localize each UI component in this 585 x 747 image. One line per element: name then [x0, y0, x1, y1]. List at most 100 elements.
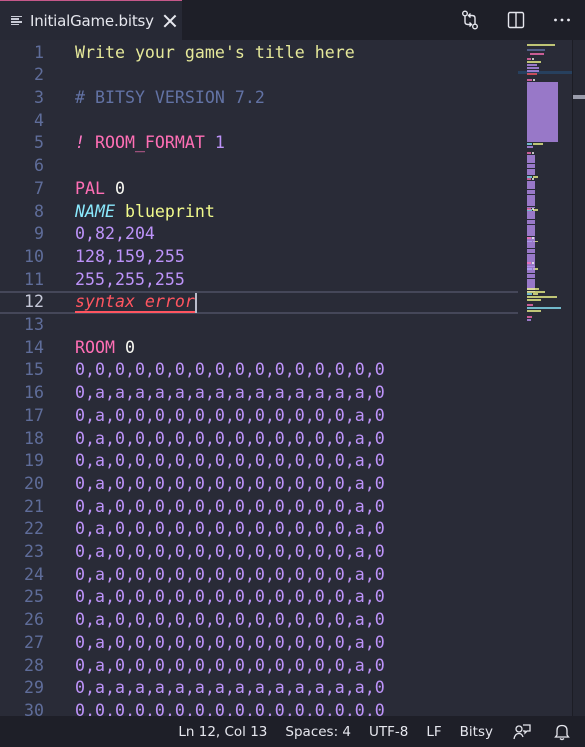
scrollbar-thumb[interactable]: [573, 95, 585, 99]
line-content: 0,a,0,0,0,0,0,0,0,0,0,0,0,0,a,0: [75, 541, 385, 564]
code-token: 0,a,0,0,0,0,0,0,0,0,0,0,0,0,a,0: [75, 473, 385, 493]
code-line[interactable]: 7 PAL 0: [0, 178, 518, 201]
status-language-mode[interactable]: Bitsy: [451, 716, 502, 747]
minimap-line: [527, 143, 532, 145]
status-cursor-position[interactable]: Ln 12, Col 13: [169, 716, 276, 747]
line-content: 0,a,0,0,0,0,0,0,0,0,0,0,0,0,a,0: [75, 632, 385, 655]
line-number: 18: [24, 428, 44, 448]
line-content: 0,a,0,0,0,0,0,0,0,0,0,0,0,0,a,0: [75, 518, 385, 541]
notifications-button[interactable]: [542, 716, 585, 747]
code-line[interactable]: 9 0,82,204: [0, 223, 518, 246]
code-line[interactable]: 5 ! ROOM_FORMAT 1: [0, 132, 518, 155]
code-token: 0,a,0,0,0,0,0,0,0,0,0,0,0,0,a,0: [75, 564, 385, 584]
vertical-scrollbar[interactable]: [572, 40, 585, 716]
code-line[interactable]: 26 0,a,0,0,0,0,0,0,0,0,0,0,0,0,a,0: [0, 609, 518, 632]
line-number: 10: [24, 246, 44, 266]
minimap-line: [527, 49, 545, 51]
code-line[interactable]: 23 0,a,0,0,0,0,0,0,0,0,0,0,0,0,a,0: [0, 541, 518, 564]
code-token: # BITSY VERSION 7.2: [75, 88, 265, 107]
code-token: 1: [204, 133, 225, 153]
minimap[interactable]: [518, 40, 572, 716]
code-editor[interactable]: 1 Write your game's title here 2 3 # BITSY V…: [0, 40, 518, 716]
feedback-button[interactable]: [502, 716, 542, 747]
code-token: 0,a,0,0,0,0,0,0,0,0,0,0,0,0,a,0: [75, 542, 385, 561]
status-eol[interactable]: LF: [417, 716, 450, 747]
minimap-line: [527, 299, 541, 301]
line-content: PAL 0: [75, 178, 125, 201]
code-line[interactable]: 19 0,a,0,0,0,0,0,0,0,0,0,0,0,0,a,0: [0, 450, 518, 473]
tab-initialgame-bitsy[interactable]: InitialGame.bitsy: [0, 0, 182, 40]
tab-label: InitialGame.bitsy: [30, 11, 154, 30]
code-token: 0,82,204: [75, 224, 155, 244]
minimap-line: [530, 53, 544, 55]
line-number: 25: [24, 587, 44, 607]
code-line[interactable]: 11 255,255,255: [0, 269, 518, 292]
code-line[interactable]: 13: [0, 314, 518, 337]
line-content: syntax error: [75, 291, 197, 314]
minimap-line: [527, 208, 531, 210]
code-line[interactable]: 28 0,a,0,0,0,0,0,0,0,0,0,0,0,0,a,0: [0, 655, 518, 678]
git-compare-icon: [462, 10, 478, 30]
code-line[interactable]: 10 128,159,255: [0, 246, 518, 269]
code-token: blueprint: [114, 201, 215, 221]
line-content: 255,255,255: [75, 269, 185, 292]
code-line[interactable]: 29 0,a,a,a,a,a,a,a,a,a,a,a,a,a,a,0: [0, 677, 518, 700]
code-token: 0,0,0,0,0,0,0,0,0,0,0,0,0,0,0,0: [75, 700, 385, 716]
minimap-line: [532, 262, 534, 264]
line-content: 0,a,a,a,a,a,a,a,a,a,a,a,a,a,a,0: [75, 677, 385, 700]
line-content: 0,a,0,0,0,0,0,0,0,0,0,0,0,0,a,0: [75, 564, 385, 587]
line-number: 12: [24, 292, 44, 312]
code-line[interactable]: 12 syntax error: [0, 291, 518, 314]
line-content: # BITSY VERSION 7.2: [75, 87, 265, 110]
code-line[interactable]: 6: [0, 155, 518, 178]
text-caret: [194, 292, 197, 313]
minimap-line: [533, 79, 535, 81]
code-token: ROOM_FORMAT: [94, 133, 205, 153]
code-line[interactable]: 27 0,a,0,0,0,0,0,0,0,0,0,0,0,0,a,0: [0, 632, 518, 655]
code-line[interactable]: 14 ROOM 0: [0, 337, 518, 360]
code-line[interactable]: 2: [0, 64, 518, 87]
open-changes-button[interactable]: [447, 0, 493, 40]
minimap-line: [533, 293, 538, 295]
minimap-line: [527, 310, 541, 312]
code-line[interactable]: 30 0,0,0,0,0,0,0,0,0,0,0,0,0,0,0,0: [0, 700, 518, 716]
code-line[interactable]: 16 0,a,a,a,a,a,a,a,a,a,a,a,a,a,a,0: [0, 382, 518, 405]
code-line[interactable]: 8 NAME blueprint: [0, 201, 518, 224]
code-line[interactable]: 25 0,a,0,0,0,0,0,0,0,0,0,0,0,0,a,0: [0, 586, 518, 609]
more-actions-button[interactable]: [539, 0, 585, 40]
line-number: 5: [34, 133, 44, 153]
code-token: 0,a,0,0,0,0,0,0,0,0,0,0,0,0,a,0: [75, 587, 385, 607]
code-line[interactable]: 22 0,a,0,0,0,0,0,0,0,0,0,0,0,0,a,0: [0, 518, 518, 541]
minimap-line: [527, 152, 531, 154]
code-token: 0,a,0,0,0,0,0,0,0,0,0,0,0,0,a,0: [75, 655, 385, 675]
status-encoding[interactable]: UTF-8: [360, 716, 417, 747]
status-indentation[interactable]: Spaces: 4: [276, 716, 360, 747]
status-bar: Ln 12, Col 13 Spaces: 4 UTF-8 LF Bitsy: [0, 716, 585, 747]
minimap-line: [527, 178, 531, 180]
code-line[interactable]: 15 0,0,0,0,0,0,0,0,0,0,0,0,0,0,0,0: [0, 359, 518, 382]
close-icon[interactable]: [163, 14, 177, 28]
line-number: 7: [34, 178, 44, 198]
minimap-line: [527, 73, 537, 75]
line-number: 4: [34, 110, 44, 130]
line-number: 27: [24, 632, 44, 652]
code-line[interactable]: 24 0,a,0,0,0,0,0,0,0,0,0,0,0,0,a,0: [0, 564, 518, 587]
line-number: 8: [34, 201, 44, 221]
line-number: 19: [24, 451, 44, 471]
minimap-line: [527, 140, 558, 142]
code-line[interactable]: 17 0,a,0,0,0,0,0,0,0,0,0,0,0,0,a,0: [0, 405, 518, 428]
minimap-line: [527, 146, 533, 148]
minimap-line: [532, 178, 534, 180]
code-line[interactable]: 20 0,a,0,0,0,0,0,0,0,0,0,0,0,0,a,0: [0, 473, 518, 496]
code-line[interactable]: 18 0,a,0,0,0,0,0,0,0,0,0,0,0,0,a,0: [0, 428, 518, 451]
line-number: 28: [24, 655, 44, 675]
code-line[interactable]: 21 0,a,0,0,0,0,0,0,0,0,0,0,0,0,a,0: [0, 496, 518, 519]
code-token: 0,a,0,0,0,0,0,0,0,0,0,0,0,0,a,0: [75, 496, 385, 516]
line-content: 0,a,0,0,0,0,0,0,0,0,0,0,0,0,a,0: [75, 450, 385, 473]
split-editor-button[interactable]: [493, 0, 539, 40]
code-line[interactable]: 4: [0, 110, 518, 133]
code-line[interactable]: 1 Write your game's title here: [0, 42, 518, 65]
split-editor-icon: [507, 11, 525, 29]
code-line[interactable]: 3 # BITSY VERSION 7.2: [0, 87, 518, 110]
line-content: ! ROOM_FORMAT 1: [75, 132, 225, 155]
